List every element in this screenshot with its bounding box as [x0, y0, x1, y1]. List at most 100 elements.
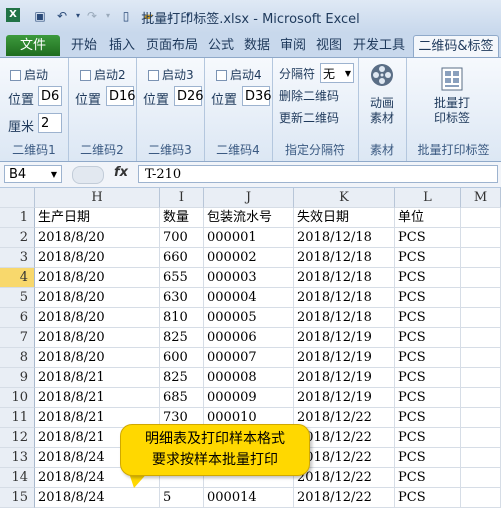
table-cell[interactable]: 000014 [204, 488, 294, 508]
name-box[interactable]: B4 ▼ [4, 165, 62, 183]
row-header[interactable]: 10 [0, 388, 35, 408]
tab-formulas[interactable]: 公式 [206, 35, 236, 56]
insert-function-icon[interactable]: fx [114, 165, 128, 180]
table-cell[interactable]: 600 [160, 348, 204, 368]
table-cell[interactable]: 2018/12/22 [294, 488, 395, 508]
table-cell[interactable] [461, 488, 501, 508]
table-cell[interactable]: PCS [395, 468, 461, 488]
row-header[interactable]: 15 [0, 488, 35, 508]
table-cell[interactable]: 2018/8/20 [35, 348, 160, 368]
position-field-4[interactable]: D36 [242, 86, 272, 106]
table-cell[interactable]: 2018/12/19 [294, 368, 395, 388]
table-cell[interactable]: 2018/8/21 [35, 388, 160, 408]
delete-qrcode-button[interactable]: 删除二维码 [279, 87, 339, 104]
table-cell[interactable]: PCS [395, 268, 461, 288]
table-cell[interactable]: 655 [160, 268, 204, 288]
table-cell[interactable]: PCS [395, 308, 461, 328]
table-cell[interactable] [461, 368, 501, 388]
table-cell[interactable]: 单位 [395, 208, 461, 228]
tab-page-layout[interactable]: 页面布局 [144, 35, 200, 56]
table-cell[interactable]: 2018/8/20 [35, 268, 160, 288]
table-cell[interactable]: PCS [395, 228, 461, 248]
table-cell[interactable]: 2018/12/22 [294, 468, 395, 488]
table-cell[interactable] [461, 448, 501, 468]
table-cell[interactable]: 2018/12/19 [294, 388, 395, 408]
formula-input[interactable]: T-210 [138, 165, 498, 183]
table-cell[interactable] [461, 428, 501, 448]
row-header[interactable]: 5 [0, 288, 35, 308]
table-cell[interactable]: PCS [395, 348, 461, 368]
table-cell[interactable]: PCS [395, 448, 461, 468]
enable-checkbox-2[interactable]: 启动2 [80, 66, 126, 83]
table-cell[interactable]: 失效日期 [294, 208, 395, 228]
row-header[interactable]: 9 [0, 368, 35, 388]
position-field-2[interactable]: D16 [106, 86, 136, 106]
row-header[interactable]: 14 [0, 468, 35, 488]
table-cell[interactable]: 2018/8/20 [35, 328, 160, 348]
table-cell[interactable] [461, 228, 501, 248]
enable-checkbox-4[interactable]: 启动4 [216, 66, 262, 83]
tab-developer[interactable]: 开发工具 [350, 35, 408, 56]
table-cell[interactable]: 2018/12/18 [294, 308, 395, 328]
table-cell[interactable]: 700 [160, 228, 204, 248]
row-header[interactable]: 13 [0, 448, 35, 468]
row-header[interactable]: 4 [0, 268, 35, 288]
table-cell[interactable]: 000002 [204, 248, 294, 268]
table-cell[interactable]: 2018/12/18 [294, 228, 395, 248]
tab-view[interactable]: 视图 [314, 35, 344, 56]
table-cell[interactable]: 825 [160, 328, 204, 348]
batch-print-label-button[interactable]: 批量打 印标签 [424, 66, 480, 126]
column-header-h[interactable]: H [35, 188, 160, 208]
row-header[interactable]: 12 [0, 428, 35, 448]
table-cell[interactable]: 000009 [204, 388, 294, 408]
table-cell[interactable] [461, 468, 501, 488]
column-header-m[interactable]: M [461, 188, 501, 208]
column-header-i[interactable]: I [160, 188, 204, 208]
select-all-corner[interactable] [0, 188, 35, 208]
table-cell[interactable]: 2018/12/19 [294, 328, 395, 348]
row-header[interactable]: 6 [0, 308, 35, 328]
table-cell[interactable]: 2018/12/19 [294, 348, 395, 368]
table-cell[interactable]: 810 [160, 308, 204, 328]
table-cell[interactable] [461, 328, 501, 348]
table-cell[interactable]: PCS [395, 248, 461, 268]
tab-insert[interactable]: 插入 [106, 35, 138, 56]
animation-material-button[interactable]: 动画 素材 [362, 62, 402, 126]
column-header-j[interactable]: J [204, 188, 294, 208]
table-cell[interactable] [461, 268, 501, 288]
position-field-3[interactable]: D26 [174, 86, 204, 106]
tab-home[interactable]: 开始 [68, 35, 100, 56]
row-header[interactable]: 3 [0, 248, 35, 268]
table-cell[interactable]: PCS [395, 288, 461, 308]
table-cell[interactable] [461, 308, 501, 328]
formula-splitter[interactable] [72, 166, 104, 184]
table-cell[interactable]: PCS [395, 388, 461, 408]
table-cell[interactable]: 630 [160, 288, 204, 308]
row-header[interactable]: 2 [0, 228, 35, 248]
table-cell[interactable]: 2018/8/20 [35, 248, 160, 268]
tab-review[interactable]: 审阅 [278, 35, 308, 56]
table-cell[interactable]: 000007 [204, 348, 294, 368]
table-cell[interactable]: PCS [395, 368, 461, 388]
table-cell[interactable]: 825 [160, 368, 204, 388]
column-header-l[interactable]: L [395, 188, 461, 208]
table-cell[interactable] [461, 408, 501, 428]
table-cell[interactable] [461, 288, 501, 308]
table-cell[interactable]: 000005 [204, 308, 294, 328]
table-cell[interactable] [461, 388, 501, 408]
table-cell[interactable] [461, 248, 501, 268]
delimiter-select[interactable]: 无 ▼ [320, 63, 354, 83]
update-qrcode-button[interactable]: 更新二维码 [279, 109, 339, 126]
table-cell[interactable]: 包装流水号 [204, 208, 294, 228]
position-field-1[interactable]: D6 [38, 86, 62, 106]
table-cell[interactable]: 685 [160, 388, 204, 408]
table-cell[interactable]: PCS [395, 428, 461, 448]
column-header-k[interactable]: K [294, 188, 395, 208]
table-cell[interactable]: 2018/8/20 [35, 228, 160, 248]
enable-checkbox-3[interactable]: 启动3 [148, 66, 194, 83]
table-cell[interactable]: PCS [395, 328, 461, 348]
table-cell[interactable]: 000003 [204, 268, 294, 288]
table-cell[interactable]: 数量 [160, 208, 204, 228]
tab-qrcode-label[interactable]: 二维码&标签 [413, 35, 499, 57]
row-header[interactable]: 7 [0, 328, 35, 348]
